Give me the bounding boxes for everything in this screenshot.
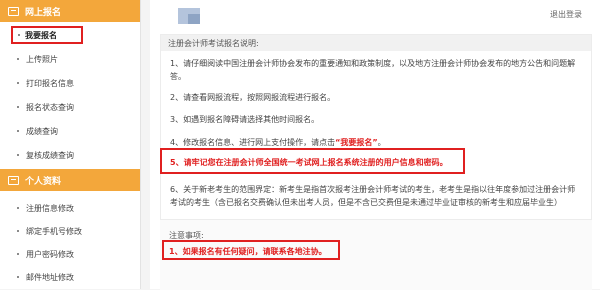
instruction-item-4-end: 。: [377, 138, 386, 147]
section-title: 网上报名: [25, 7, 62, 18]
bullet-icon: [17, 106, 19, 108]
sidebar-item-edit-phone[interactable]: 绑定手机号修改: [0, 220, 140, 242]
sidebar-item-label: 复核成绩查询: [26, 150, 74, 160]
bullet-icon: [18, 34, 20, 36]
sidebar-item-upload-photo[interactable]: 上传照片: [0, 48, 140, 70]
user-avatar-detail: [188, 14, 200, 24]
sidebar-item-label: 报名状态查询: [26, 102, 74, 112]
section-header-personal-info: 个人资料: [0, 169, 140, 191]
sidebar: 网上报名 我要报名 上传照片 打印报名信息 报名状态查询 成绩查询 复核成绩查询…: [0, 0, 141, 289]
main-content: 退出登录 注册会计师考试报名说明: 1、请仔细阅读中国注册会计师协会发布的重要通…: [150, 0, 600, 290]
logout-link[interactable]: 退出登录: [550, 9, 582, 20]
bullet-icon: [17, 253, 19, 255]
registration-instructions: 注册会计师考试报名说明: 1、请仔细阅读中国注册会计师协会发布的重要通知和政策制…: [160, 34, 592, 249]
bullet-icon: [17, 276, 19, 278]
instruction-item-2: 2、请查看网报流程，按照网报流程进行报名。: [170, 93, 336, 102]
notice-section: 注意事项: 1、如果报名有任何疑问，请联系各地注协。: [160, 219, 592, 290]
monitor-icon: [8, 6, 19, 16]
instruction-item-5: 5、请牢记您在注册会计师全国统一考试网上报名系统注册的用户信息和密码。: [170, 158, 448, 167]
sidebar-item-label: 打印报名信息: [26, 78, 74, 88]
sidebar-item-label: 用户密码修改: [26, 249, 74, 259]
sidebar-item-label: 成绩查询: [26, 126, 58, 136]
instruction-item-4-text: 4、修改报名信息、进行网上支付操作，请点击: [170, 138, 336, 147]
bullet-icon: [17, 207, 19, 209]
notice-item-1: 1、如果报名有任何疑问，请联系各地注协。: [169, 247, 327, 256]
sidebar-item-label: 上传照片: [26, 54, 58, 64]
sidebar-item-review-score-query[interactable]: 复核成绩查询: [0, 144, 140, 166]
sidebar-item-status-query[interactable]: 报名状态查询: [0, 96, 140, 118]
instruction-item-1: 1、请仔细阅读中国注册会计师协会发布的重要通知和政策制度，以及地方注册会计师协会…: [170, 59, 576, 81]
section-title: 个人资料: [25, 176, 62, 187]
bullet-icon: [17, 130, 19, 132]
bullet-icon: [17, 82, 19, 84]
bullet-icon: [17, 230, 19, 232]
sidebar-item-edit-registration[interactable]: 注册信息修改: [0, 197, 140, 219]
sidebar-item-edit-password[interactable]: 用户密码修改: [0, 243, 140, 265]
bullet-icon: [17, 154, 19, 156]
instruction-item-6: 6、关于新老考生的范围界定：新考生是指首次报考注册会计师考试的考生，老考生是指以…: [170, 185, 576, 207]
sidebar-item-edit-email[interactable]: 邮件地址修改: [0, 266, 140, 288]
sidebar-item-score-query[interactable]: 成绩查询: [0, 120, 140, 142]
bullet-icon: [17, 58, 19, 60]
top-bar: 退出登录: [150, 0, 600, 28]
instruction-item-3: 3、如遇到报名障碍请选择其他时间报名。: [170, 115, 320, 124]
sidebar-item-label: 绑定手机号修改: [26, 226, 82, 236]
id-card-icon: [8, 175, 19, 185]
section-header-online-registration: 网上报名: [0, 0, 140, 22]
sidebar-item-label: 我要报名: [25, 30, 57, 40]
instructions-title: 注册会计师考试报名说明:: [161, 35, 591, 51]
sidebar-item-label: 邮件地址修改: [26, 272, 74, 282]
apply-link[interactable]: “我要报名”: [335, 138, 378, 147]
sidebar-item-apply[interactable]: 我要报名: [11, 26, 83, 44]
sidebar-item-label: 注册信息修改: [26, 203, 74, 213]
sidebar-item-print-info[interactable]: 打印报名信息: [0, 72, 140, 94]
